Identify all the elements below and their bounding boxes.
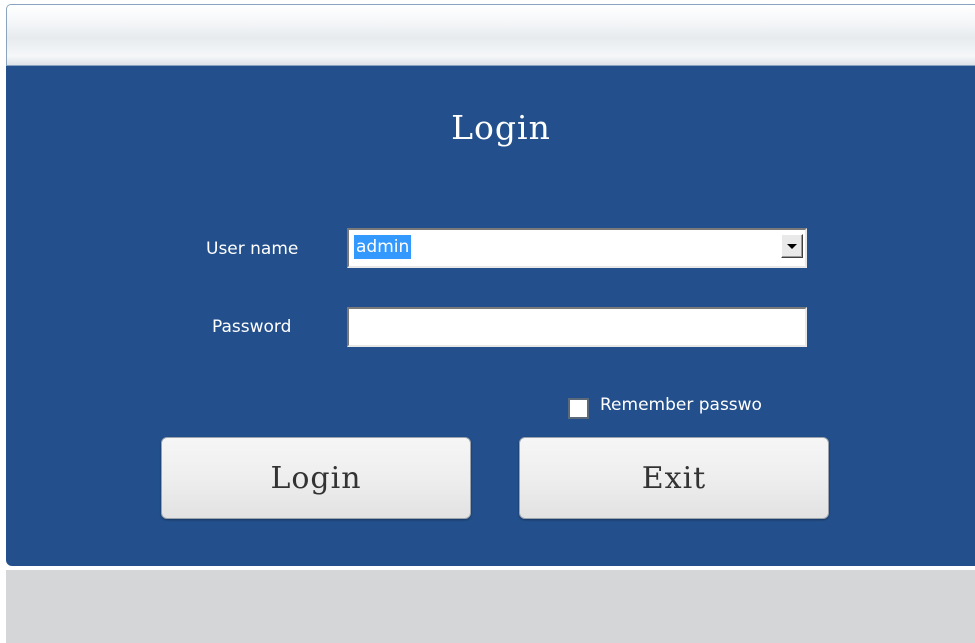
password-label: Password	[212, 317, 292, 337]
username-dropdown-button[interactable]	[781, 234, 803, 258]
password-field[interactable]	[347, 307, 807, 347]
exit-button[interactable]: Exit	[519, 437, 829, 519]
username-label: User name	[206, 239, 299, 259]
username-combobox[interactable]: admin	[347, 228, 807, 268]
login-window: Login User name admin Password Remember …	[6, 4, 975, 643]
remember-password-checkbox[interactable]	[568, 398, 589, 419]
login-button[interactable]: Login	[161, 437, 471, 519]
chevron-down-icon	[787, 244, 797, 249]
username-value[interactable]: admin	[354, 235, 412, 259]
login-panel: Login User name admin Password Remember …	[6, 66, 975, 566]
window-titlebar[interactable]	[6, 4, 975, 66]
remember-password-label[interactable]: Remember passwo	[600, 395, 762, 415]
page-title: Login	[451, 108, 551, 147]
window-bottom-area	[6, 570, 975, 643]
